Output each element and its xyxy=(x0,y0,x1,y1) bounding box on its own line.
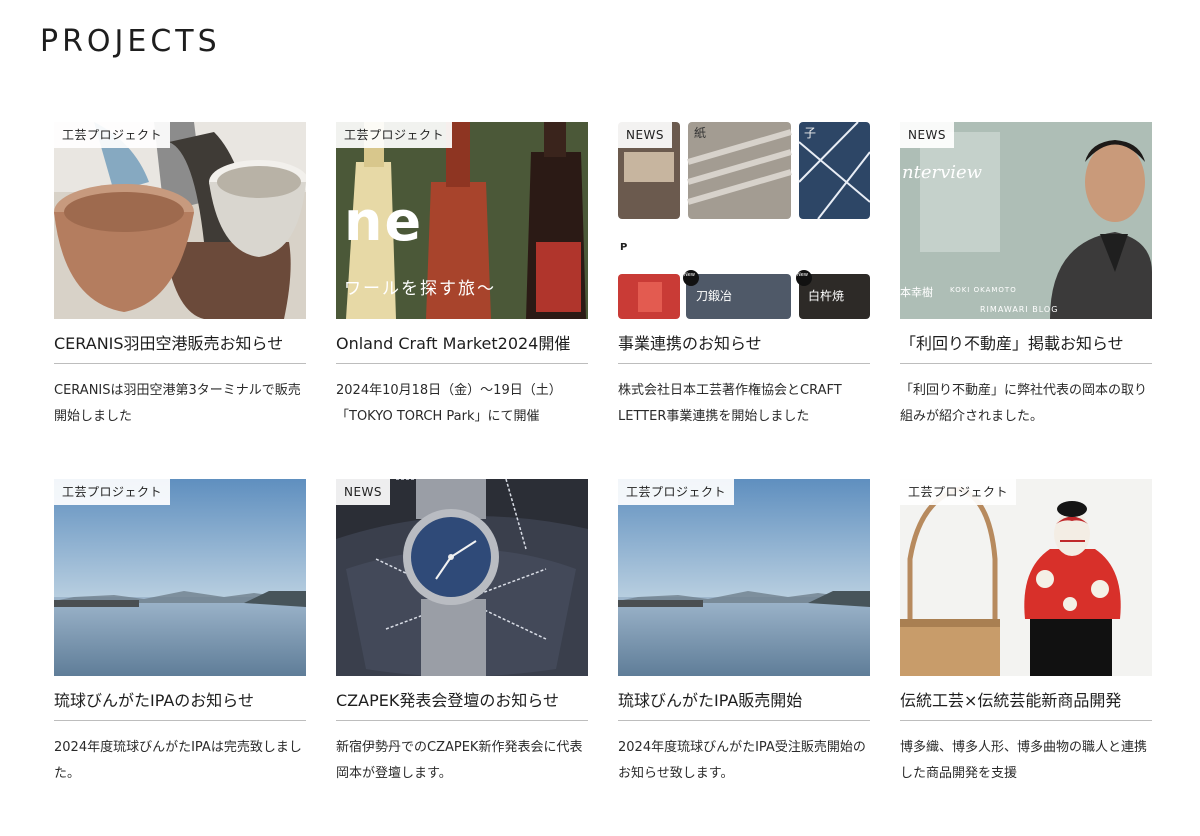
card-description: 2024年10月18日（金）〜19日（土）「TOKYO TORCH Park」に… xyxy=(336,383,562,424)
card-title[interactable]: CERANIS羽田空港販売お知らせ xyxy=(54,333,306,364)
projects-grid: 工芸プロジェクト CERANIS羽田空港販売お知らせ CERANISは羽田空港第… xyxy=(54,122,1152,836)
card-title[interactable]: 「利回り不動産」掲載お知らせ xyxy=(900,333,1152,364)
card-thumbnail[interactable]: 工芸プロジェクト xyxy=(54,122,306,319)
card-thumbnail[interactable]: 工芸プロジェクト xyxy=(900,479,1152,676)
overlay-caption: KOKI OKAMOTO xyxy=(950,286,1017,294)
card-description: 株式会社日本工芸著作権協会とCRAFT LETTER事業連携を開始しました xyxy=(618,383,842,424)
overlay-char: 子 xyxy=(804,126,817,140)
category-badge: NEWS xyxy=(618,122,673,148)
card-description: 2024年度琉球びんがたIPAは完売致しました。 xyxy=(54,740,302,781)
project-card[interactable]: ne ワールを探す旅〜 工芸プロジェクト Onland Craft Market… xyxy=(336,122,588,479)
overlay-script-text: nterview xyxy=(902,162,983,183)
project-card[interactable]: 工芸プロジェクト 琉球びんがたIPA販売開始 2024年度琉球びんがたIPA受注… xyxy=(618,479,870,836)
card-description: CERANISは羽田空港第3ターミナルで販売開始しました xyxy=(54,383,301,424)
card-description: 新宿伊勢丹でのCZAPEK新作発表会に代表岡本が登壇します。 xyxy=(336,740,583,781)
card-title[interactable]: CZAPEK発表会登壇のお知らせ xyxy=(336,690,588,721)
card-description: 2024年度琉球びんがたIPA受注販売開始のお知らせ致します。 xyxy=(618,740,866,781)
category-badge: NEWS xyxy=(336,479,391,505)
card-thumbnail[interactable]: 工芸プロジェクト xyxy=(618,479,870,676)
watch-cushion-image xyxy=(336,479,588,676)
card-title[interactable]: 琉球びんがたIPAのお知らせ xyxy=(54,690,306,721)
card-description: 博多織、博多人形、博多曲物の職人と連携した商品開発を支援 xyxy=(900,740,1148,781)
overlay-sub-text: ワールを探す旅〜 xyxy=(344,279,496,299)
overlay-char: 白杵焼 xyxy=(808,289,845,303)
overlay-big-text: ne xyxy=(344,190,424,253)
page-title: PROJECTS xyxy=(40,24,221,59)
project-card[interactable]: 工芸プロジェクト 琉球びんがたIPAのお知らせ 2024年度琉球びんがたIPAは… xyxy=(54,479,306,836)
overlay-char: P xyxy=(620,242,628,253)
overlay-char: 刀鍛冶 xyxy=(696,289,733,303)
new-badge: New xyxy=(684,272,695,278)
card-title[interactable]: Onland Craft Market2024開催 xyxy=(336,333,588,364)
category-badge: 工芸プロジェクト xyxy=(618,479,735,505)
project-card[interactable]: 工芸プロジェクト CERANIS羽田空港販売お知らせ CERANISは羽田空港第… xyxy=(54,122,306,479)
card-title[interactable]: 伝統工芸×伝統芸能新商品開発 xyxy=(900,690,1152,721)
kabuki-doll-image xyxy=(900,479,1152,676)
card-thumbnail[interactable]: NEWS xyxy=(336,479,588,676)
project-card[interactable]: NEWS CZAPEK発表会登壇のお知らせ 新宿伊勢丹でのCZAPEK新作発表会… xyxy=(336,479,588,836)
category-badge: 工芸プロジェクト xyxy=(336,122,453,148)
card-description: 「利回り不動産」に弊社代表の岡本の取り組みが紹介されました。 xyxy=(900,383,1148,424)
card-title[interactable]: 琉球びんがたIPA販売開始 xyxy=(618,690,870,721)
project-card[interactable]: 紙 子 P New New 刀鍛冶 白杵焼 NEWS 事業連携のお知らせ 株式会… xyxy=(618,122,870,479)
card-thumbnail[interactable]: 工芸プロジェクト xyxy=(54,479,306,676)
ceramic-cups-image xyxy=(54,122,306,319)
overlay-name-text: 本幸樹 xyxy=(900,286,933,299)
category-badge: NEWS xyxy=(900,122,955,148)
sea-landscape-image xyxy=(618,479,870,676)
category-badge: 工芸プロジェクト xyxy=(54,122,171,148)
card-thumbnail[interactable]: 紙 子 P New New 刀鍛冶 白杵焼 NEWS xyxy=(618,122,870,319)
card-thumbnail[interactable]: ne ワールを探す旅〜 工芸プロジェクト xyxy=(336,122,588,319)
overlay-char: 紙 xyxy=(694,126,707,140)
interview-portrait-image xyxy=(900,122,1152,319)
category-badge: 工芸プロジェクト xyxy=(54,479,171,505)
card-title[interactable]: 事業連携のお知らせ xyxy=(618,333,870,364)
overlay-blog: RIMAWARI BLOG xyxy=(980,305,1059,314)
project-card[interactable]: nterview 本幸樹 KOKI OKAMOTO RIMAWARI BLOG … xyxy=(900,122,1152,479)
sea-landscape-image xyxy=(54,479,306,676)
category-badge: 工芸プロジェクト xyxy=(900,479,1017,505)
card-thumbnail[interactable]: nterview 本幸樹 KOKI OKAMOTO RIMAWARI BLOG … xyxy=(900,122,1152,319)
project-card[interactable]: 工芸プロジェクト 伝統工芸×伝統芸能新商品開発 博多織、博多人形、博多曲物の職人… xyxy=(900,479,1152,836)
new-badge: New xyxy=(797,272,808,278)
